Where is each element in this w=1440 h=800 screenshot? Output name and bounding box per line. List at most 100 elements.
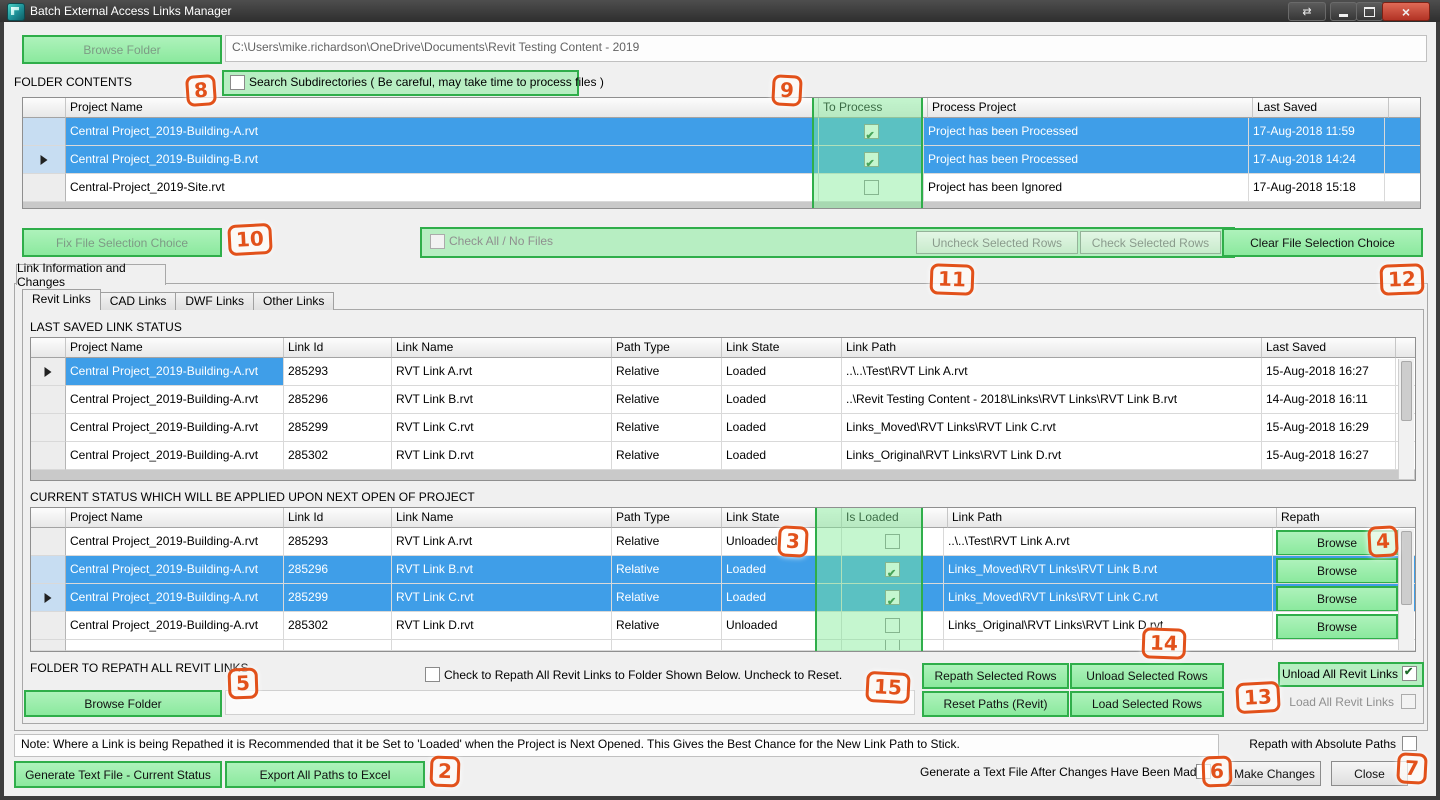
row-selector[interactable] xyxy=(31,584,66,612)
table-row[interactable]: Central Project_2019-Building-A.rvt Proj… xyxy=(23,118,1420,146)
table-row[interactable]: Central-Project_2019-Site.rvt Project ha… xyxy=(23,174,1420,202)
col-path-type[interactable]: Path Type xyxy=(612,508,722,528)
row-selector[interactable] xyxy=(31,414,66,442)
col-repath[interactable]: Repath xyxy=(1277,508,1415,528)
col-link-name[interactable]: Link Name xyxy=(392,338,612,358)
is-loaded-checkbox[interactable] xyxy=(885,618,900,633)
reset-paths-revit-button[interactable]: Reset Paths (Revit) xyxy=(922,691,1069,717)
col-is-loaded[interactable]: Is Loaded xyxy=(842,508,948,528)
table-row[interactable]: Central Project_2019-Building-A.rvt 2852… xyxy=(31,414,1415,442)
som-marker-10: 10 xyxy=(227,222,273,257)
table-row[interactable]: Central Project_2019-Building-A.rvt 2852… xyxy=(31,358,1415,386)
row-selector[interactable] xyxy=(31,612,66,640)
row-selector[interactable] xyxy=(23,174,66,202)
row-selector[interactable] xyxy=(31,358,66,386)
check-all-no-files-checkbox[interactable] xyxy=(430,234,445,249)
col-link-path[interactable]: Link Path xyxy=(842,338,1262,358)
clear-file-selection-button[interactable]: Clear File Selection Choice xyxy=(1222,228,1423,257)
row-selector[interactable] xyxy=(31,442,66,470)
unload-all-label: Unload All Revit Links xyxy=(1281,667,1398,681)
scrollbar-thumb[interactable] xyxy=(1401,361,1412,421)
repath-absolute-checkbox[interactable] xyxy=(1402,736,1417,751)
cell-link-path: Links_Moved\RVT Links\RVT Link B.rvt xyxy=(944,556,1273,584)
row-selector[interactable] xyxy=(23,118,66,146)
repath-folder-input[interactable] xyxy=(225,690,915,715)
som-marker-14: 14 xyxy=(1141,627,1187,660)
col-link-name[interactable]: Link Name xyxy=(392,508,612,528)
table-row[interactable]: Central Project_2019-Building-A.rvt 2852… xyxy=(31,584,1415,612)
window-maximize-button[interactable] xyxy=(1356,2,1383,21)
row-selector[interactable] xyxy=(31,640,66,651)
tab-other-links[interactable]: Other Links xyxy=(254,292,335,310)
col-link-id[interactable]: Link Id xyxy=(284,508,392,528)
row-selector[interactable] xyxy=(31,386,66,414)
scrollbar-thumb[interactable] xyxy=(1401,531,1412,605)
col-project-name[interactable]: Project Name xyxy=(66,98,819,118)
unload-selected-rows-button[interactable]: Unload Selected Rows xyxy=(1070,663,1224,689)
col-path-type[interactable]: Path Type xyxy=(612,338,722,358)
col-link-id[interactable]: Link Id xyxy=(284,338,392,358)
load-all-checkbox[interactable] xyxy=(1401,694,1416,709)
window-minimize-button[interactable] xyxy=(1330,2,1357,21)
tab-link-information[interactable]: Link Information and Changes xyxy=(16,261,166,289)
check-all-no-files-label: Check All / No Files xyxy=(449,234,554,248)
vertical-scrollbar[interactable] xyxy=(1398,359,1414,479)
cell-path-type xyxy=(612,640,722,651)
browse-folder-button[interactable]: Browse Folder xyxy=(22,35,222,64)
load-selected-rows-button[interactable]: Load Selected Rows xyxy=(1070,691,1224,717)
folder-path-input[interactable]: C:\Users\mike.richardson\OneDrive\Docume… xyxy=(225,35,1427,62)
col-last-saved[interactable]: Last Saved xyxy=(1253,98,1389,118)
table-row[interactable]: Central Project_2019-Building-A.rvt 2853… xyxy=(31,442,1415,470)
to-process-checkbox[interactable] xyxy=(863,123,879,145)
table-row[interactable] xyxy=(31,640,1415,651)
window-extra-button[interactable]: ⇄ xyxy=(1288,2,1326,21)
uncheck-selected-rows-button[interactable]: Uncheck Selected Rows xyxy=(916,231,1078,254)
row-selector[interactable] xyxy=(23,146,66,174)
col-process-project[interactable]: Process Project xyxy=(928,98,1253,118)
cell-link-state: Loaded xyxy=(722,414,842,442)
is-loaded-checkbox[interactable] xyxy=(885,534,900,549)
check-selected-rows-button[interactable]: Check Selected Rows xyxy=(1080,231,1221,254)
cell-filler xyxy=(1385,174,1420,202)
row-selector[interactable] xyxy=(31,528,66,556)
table-row[interactable]: Central Project_2019-Building-B.rvt Proj… xyxy=(23,146,1420,174)
cell-link-path: Links_Original\RVT Links\RVT Link D.rvt xyxy=(842,442,1262,470)
browse-repath-button[interactable]: Browse xyxy=(1276,586,1398,611)
table-row[interactable]: Central Project_2019-Building-A.rvt 2853… xyxy=(31,612,1415,640)
window-close-button[interactable]: × xyxy=(1382,2,1430,21)
is-loaded-checkbox[interactable] xyxy=(885,589,900,611)
table-row[interactable]: Central Project_2019-Building-A.rvt 2852… xyxy=(31,528,1415,556)
export-excel-button[interactable]: Export All Paths to Excel xyxy=(225,761,425,788)
is-loaded-checkbox[interactable] xyxy=(885,561,900,583)
make-changes-button[interactable]: Make Changes xyxy=(1228,761,1321,786)
to-process-checkbox[interactable] xyxy=(863,180,879,195)
col-to-process[interactable]: To Process xyxy=(819,98,928,118)
col-project-name[interactable]: Project Name xyxy=(66,338,284,358)
table-row[interactable]: Central Project_2019-Building-A.rvt 2852… xyxy=(31,556,1415,584)
tab-dwf-links[interactable]: DWF Links xyxy=(176,292,255,310)
repath-all-checkbox[interactable] xyxy=(425,667,440,682)
row-selector[interactable] xyxy=(31,556,66,584)
fix-file-selection-button[interactable]: Fix File Selection Choice xyxy=(22,228,222,257)
col-link-path[interactable]: Link Path xyxy=(948,508,1277,528)
is-loaded-checkbox[interactable] xyxy=(885,640,900,650)
browse-repath-button[interactable]: Browse xyxy=(1276,614,1398,639)
search-subdirs-checkbox[interactable] xyxy=(230,75,245,90)
generate-text-file-button[interactable]: Generate Text File - Current Status xyxy=(14,761,222,788)
som-marker-5: 5 xyxy=(227,667,259,700)
col-last-saved[interactable]: Last Saved xyxy=(1262,338,1396,358)
vertical-scrollbar[interactable] xyxy=(1398,529,1414,650)
to-process-checkbox[interactable] xyxy=(863,151,879,173)
tab-revit-links[interactable]: Revit Links xyxy=(22,289,101,310)
cell-repath xyxy=(1273,640,1415,651)
cell-path-type: Relative xyxy=(612,556,722,584)
tab-cad-links[interactable]: CAD Links xyxy=(100,292,177,310)
unload-all-checkbox[interactable] xyxy=(1402,665,1417,681)
col-project-name[interactable]: Project Name xyxy=(66,508,284,528)
col-link-state[interactable]: Link State xyxy=(722,508,842,528)
repath-browse-folder-button[interactable]: Browse Folder xyxy=(24,690,222,717)
repath-selected-rows-button[interactable]: Repath Selected Rows xyxy=(922,663,1069,689)
browse-repath-button[interactable]: Browse xyxy=(1276,558,1398,583)
col-link-state[interactable]: Link State xyxy=(722,338,842,358)
table-row[interactable]: Central Project_2019-Building-A.rvt 2852… xyxy=(31,386,1415,414)
